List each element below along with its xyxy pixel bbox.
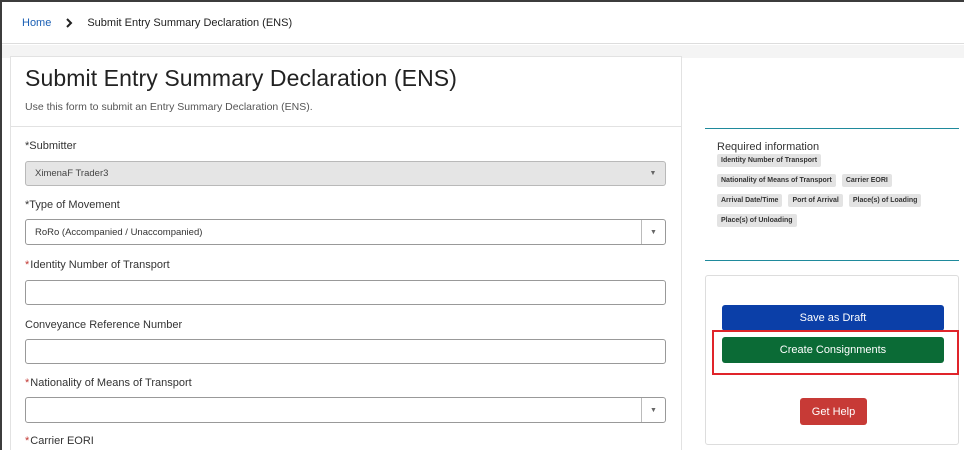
chevron-down-icon: ▼ (641, 398, 665, 422)
submitter-value: XimenaF Trader3 (35, 168, 109, 179)
conveyance-reference-input[interactable] (25, 339, 666, 364)
required-tag: Arrival Date/Time (717, 194, 783, 207)
required-tag: Place(s) of Loading (848, 194, 922, 207)
type-of-movement-select[interactable]: RoRo (Accompanied / Unaccompanied) ▼ (25, 219, 666, 245)
carrier-eori-label: *Carrier EORI (25, 435, 94, 447)
required-information-panel: Required information Identity Number of … (705, 128, 959, 261)
required-marker: * (25, 377, 30, 389)
save-as-draft-button[interactable]: Save as Draft (722, 305, 944, 331)
submitter-label: *Submitter (25, 140, 77, 152)
required-tag: Port of Arrival (788, 194, 843, 207)
chevron-down-icon: ▼ (641, 220, 665, 244)
breadcrumb: Home Submit Entry Summary Declaration (E… (2, 2, 964, 44)
required-marker: * (25, 259, 30, 271)
required-tag: Carrier EORI (841, 174, 892, 187)
required-tag: Identity Number of Transport (717, 154, 822, 167)
identity-number-input[interactable] (25, 280, 666, 305)
highlight-annotation-box (712, 330, 959, 375)
form-header: Submit Entry Summary Declaration (ENS) U… (11, 57, 681, 127)
breadcrumb-current: Submit Entry Summary Declaration (ENS) (87, 16, 293, 29)
chevron-down-icon: ▼ (649, 170, 657, 177)
get-help-button[interactable]: Get Help (800, 398, 867, 425)
required-information-tags: Identity Number of Transport Nationality… (717, 154, 947, 234)
nationality-select[interactable]: ▼ (25, 397, 666, 423)
required-tag: Nationality of Means of Transport (717, 174, 836, 187)
type-of-movement-value: RoRo (Accompanied / Unaccompanied) (35, 226, 203, 238)
conveyance-reference-label: Conveyance Reference Number (25, 319, 183, 331)
required-information-title: Required information (717, 141, 820, 153)
page-title: Submit Entry Summary Declaration (ENS) (25, 65, 457, 91)
type-of-movement-label: *Type of Movement (25, 199, 120, 211)
breadcrumb-home-link[interactable]: Home (22, 17, 51, 29)
page-subtitle: Use this form to submit an Entry Summary… (25, 101, 313, 113)
required-marker: * (25, 435, 30, 447)
nationality-label: *Nationality of Means of Transport (25, 377, 192, 389)
submitter-select[interactable]: XimenaF Trader3 ▼ (25, 161, 666, 186)
form-panel: Submit Entry Summary Declaration (ENS) U… (10, 56, 682, 450)
identity-number-label: *Identity Number of Transport (25, 259, 170, 271)
required-tag: Place(s) of Unloading (717, 214, 797, 227)
chevron-right-icon (65, 17, 73, 28)
